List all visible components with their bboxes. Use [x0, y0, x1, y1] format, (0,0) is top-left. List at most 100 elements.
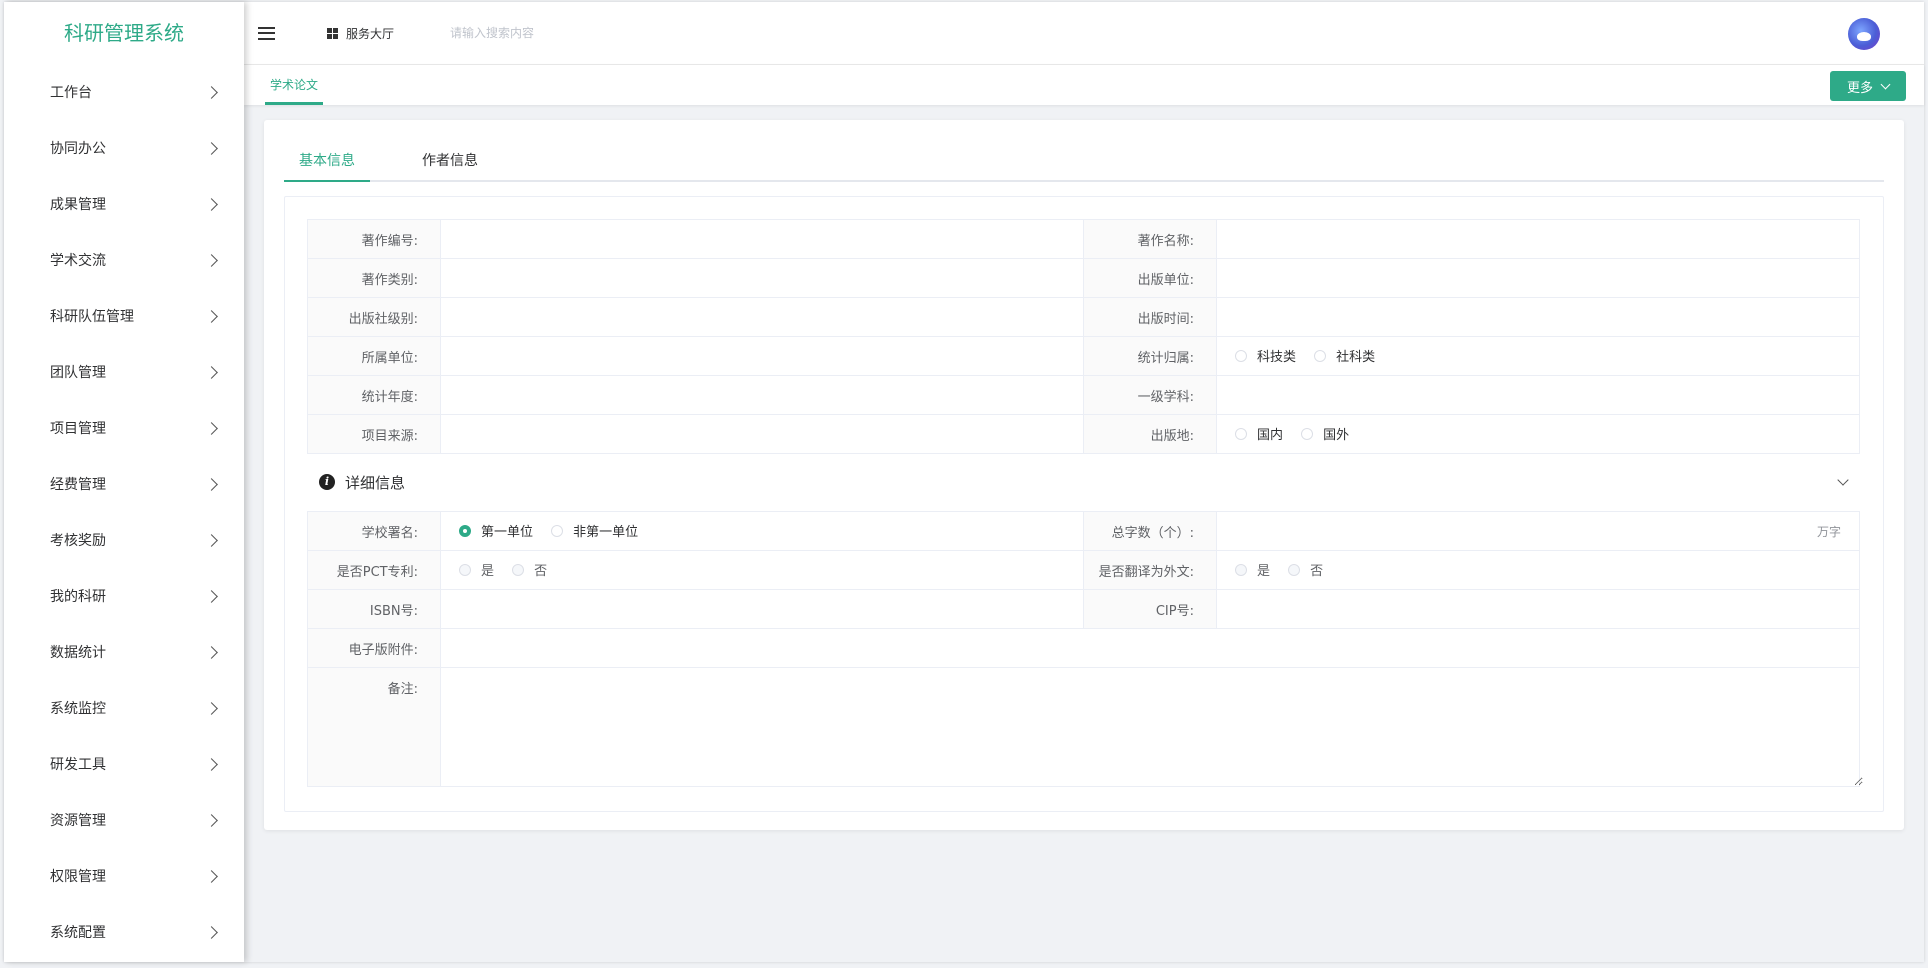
radio-label: 社科类 [1336, 350, 1376, 366]
search-input[interactable] [448, 25, 673, 41]
affiliation-field[interactable] [440, 336, 1084, 376]
word-count-field[interactable]: 万字 [1216, 511, 1860, 551]
form-tabs: 基本信息 作者信息 [284, 142, 1884, 182]
radio-icon [551, 524, 564, 537]
tab-basic-info[interactable]: 基本信息 [284, 142, 370, 182]
project-source-label: 项目来源: [307, 414, 441, 454]
radio-translated-yes[interactable]: 是 [1235, 560, 1270, 579]
radio-non-first-unit[interactable]: 非第一单位 [551, 521, 638, 540]
book-name-field[interactable] [1216, 219, 1860, 259]
publish-time-field[interactable] [1216, 297, 1860, 337]
publisher-level-label: 出版社级别: [307, 297, 441, 337]
tag-academic-paper[interactable]: 学术论文 [265, 65, 324, 105]
sidebar-item-funding[interactable]: 经费管理 [4, 456, 244, 512]
table-row: 是否PCT专利: 是 否 是否翻译为外文: 是 否 [307, 550, 1860, 590]
isbn-field[interactable] [440, 589, 1084, 629]
sidebar-item-label: 科研队伍管理 [50, 309, 134, 325]
more-button[interactable]: 更多 [1830, 71, 1906, 101]
remarks-textarea[interactable] [441, 668, 1863, 786]
school-sign-field: 第一单位 非第一单位 [440, 511, 1084, 551]
service-hall-label: 服务大厅 [346, 26, 395, 41]
remarks-label: 备注: [307, 667, 441, 787]
publisher-label: 出版单位: [1083, 258, 1217, 298]
table-row: 统计年度: 一级学科: [307, 375, 1860, 415]
publish-place-field: 国内 国外 [1216, 414, 1860, 454]
attachment-field[interactable] [440, 628, 1860, 668]
radio-icon [459, 563, 471, 576]
stat-year-field[interactable] [440, 375, 1084, 415]
chevron-right-icon [205, 253, 218, 267]
radio-first-unit[interactable]: 第一单位 [459, 521, 533, 540]
radio-pct-no[interactable]: 否 [512, 560, 547, 579]
primary-subject-field[interactable] [1216, 375, 1860, 415]
sidebar-item-label: 数据统计 [50, 645, 106, 661]
cip-field[interactable] [1216, 589, 1860, 629]
radio-icon [1235, 563, 1247, 576]
chevron-down-icon[interactable] [1837, 474, 1849, 486]
chevron-right-icon [205, 701, 218, 715]
sidebar-item-statistics[interactable]: 数据统计 [4, 624, 244, 680]
radio-domestic[interactable]: 国内 [1235, 424, 1283, 443]
sidebar-item-permissions[interactable]: 权限管理 [4, 848, 244, 904]
radio-translated-no[interactable]: 否 [1288, 560, 1323, 579]
chevron-right-icon [205, 141, 218, 155]
sidebar-item-label: 学术交流 [50, 253, 106, 269]
table-row: 备注: [307, 667, 1863, 787]
tags-bar: 学术论文 更多 [244, 65, 1924, 105]
chevron-down-icon [1880, 79, 1891, 89]
sidebar-item-label: 团队管理 [50, 365, 106, 381]
radio-icon [512, 563, 525, 576]
pct-field: 是 否 [440, 550, 1084, 590]
sidebar-item-my-research[interactable]: 我的科研 [4, 568, 244, 624]
primary-subject-label: 一级学科: [1083, 375, 1217, 415]
radio-label: 是 [481, 564, 495, 580]
sidebar-item-label: 资源管理 [50, 813, 106, 829]
table-row: ISBN号: CIP号: [307, 589, 1860, 629]
sidebar-item-dev-tools[interactable]: 研发工具 [4, 736, 244, 792]
radio-overseas[interactable]: 国外 [1301, 424, 1349, 443]
sidebar-item-label: 成果管理 [50, 197, 106, 213]
table-row: 电子版附件: [307, 628, 1860, 668]
chevron-right-icon [205, 589, 218, 603]
sidebar-item-resources[interactable]: 资源管理 [4, 792, 244, 848]
pct-label: 是否PCT专利: [307, 550, 441, 590]
sidebar-item-monitoring[interactable]: 系统监控 [4, 680, 244, 736]
section-title: 详细信息 [345, 473, 406, 492]
publisher-field[interactable] [1216, 258, 1860, 298]
main-card: 基本信息 作者信息 著作编号: 著作名称: 著作类别: 出版单位: 出版社级别:… [264, 120, 1904, 830]
publisher-level-field[interactable] [440, 297, 1084, 337]
sidebar-item-workbench[interactable]: 工作台 [4, 64, 244, 120]
radio-icon [1235, 427, 1247, 440]
sidebar-item-team[interactable]: 团队管理 [4, 344, 244, 400]
translated-label: 是否翻译为外文: [1083, 550, 1217, 590]
book-no-field[interactable] [440, 219, 1084, 259]
project-source-field[interactable] [440, 414, 1084, 454]
translated-field: 是 否 [1216, 550, 1860, 590]
radio-pct-yes[interactable]: 是 [459, 560, 494, 579]
sidebar-item-achievements[interactable]: 成果管理 [4, 176, 244, 232]
detail-section-header[interactable]: i 详细信息 [307, 453, 1859, 511]
tab-author-info[interactable]: 作者信息 [422, 142, 478, 180]
avatar[interactable] [1848, 18, 1880, 50]
chevron-right-icon [205, 869, 218, 883]
service-hall-link[interactable]: 服务大厅 [327, 25, 394, 42]
sidebar-item-system-config[interactable]: 系统配置 [4, 904, 244, 960]
radio-sci-tech[interactable]: 科技类 [1235, 346, 1296, 365]
radio-social-sci[interactable]: 社科类 [1314, 346, 1375, 365]
sidebar-menu: 工作台 协同办公 成果管理 学术交流 科研队伍管理 团队管理 项目管理 经费管理… [4, 64, 244, 960]
sidebar-item-research-staff[interactable]: 科研队伍管理 [4, 288, 244, 344]
sidebar: 科研管理系统 工作台 协同办公 成果管理 学术交流 科研队伍管理 团队管理 项目… [4, 2, 244, 962]
attachment-label: 电子版附件: [307, 628, 441, 668]
school-sign-label: 学校署名: [307, 511, 441, 551]
chevron-right-icon [205, 197, 218, 211]
book-type-field[interactable] [440, 258, 1084, 298]
sidebar-item-collaboration[interactable]: 协同办公 [4, 120, 244, 176]
sidebar-item-assessment[interactable]: 考核奖励 [4, 512, 244, 568]
book-no-label: 著作编号: [307, 219, 441, 259]
sidebar-item-academic-exchange[interactable]: 学术交流 [4, 232, 244, 288]
basic-info-table: 著作编号: 著作名称: 著作类别: 出版单位: 出版社级别: 出版时间: 所属单… [307, 219, 1860, 454]
sidebar-item-projects[interactable]: 项目管理 [4, 400, 244, 456]
hamburger-icon[interactable] [258, 26, 275, 40]
chevron-right-icon [205, 533, 218, 547]
book-name-label: 著作名称: [1083, 219, 1217, 259]
